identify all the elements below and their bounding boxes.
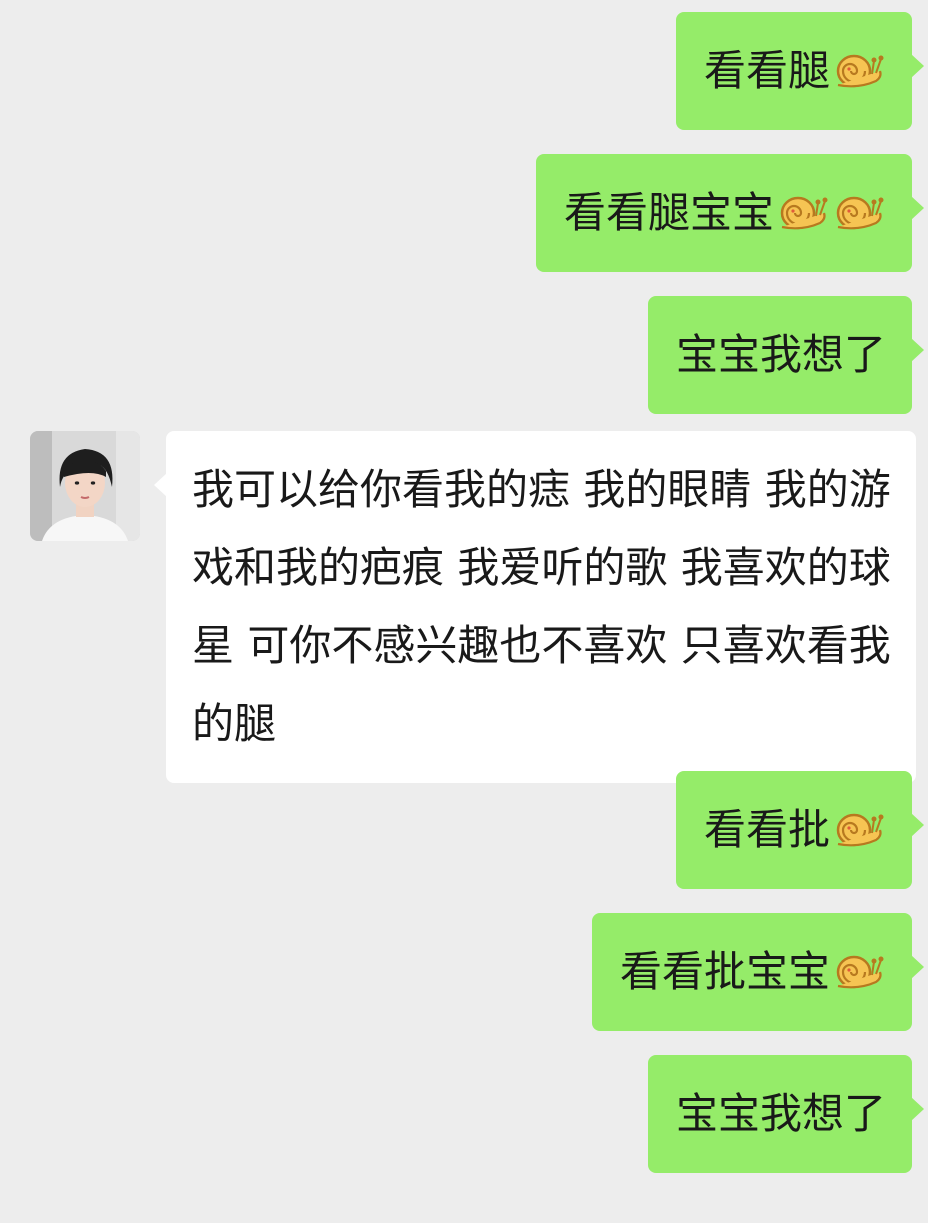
message-text: 看看批 (703, 805, 830, 854)
snail-emoji-icon (836, 813, 884, 847)
message-text: 宝宝我想了 (675, 1089, 886, 1138)
message-bubble-outgoing[interactable]: 看看批宝宝 (591, 913, 925, 1031)
message-bubble-incoming[interactable]: 我可以给你看我的痣 我的眼睛 我的游戏和我的疤痕 我爱听的歌 我喜欢的球星 可你… (154, 431, 916, 783)
message-bubble-outgoing[interactable]: 宝宝我想了 (647, 1055, 925, 1173)
message-row-incoming: 我可以给你看我的痣 我的眼睛 我的游戏和我的疤痕 我爱听的歌 我喜欢的球星 可你… (30, 431, 916, 783)
message-row-outgoing: 宝宝我想了 (647, 296, 925, 414)
message-bubble-outgoing[interactable]: 看看腿宝宝 (535, 154, 925, 272)
message-text: 我可以给你看我的痣 我的眼睛 我的游戏和我的疤痕 我爱听的歌 我喜欢的球星 可你… (192, 465, 891, 748)
message-row-outgoing: 看看腿 (675, 12, 925, 130)
message-text: 宝宝我想了 (675, 330, 886, 379)
message-bubble-outgoing[interactable]: 看看腿 (675, 12, 925, 130)
message-bubble-outgoing[interactable]: 看看批 (675, 771, 925, 889)
message-row-outgoing: 看看腿宝宝 (535, 154, 925, 272)
snail-emoji-icon (836, 54, 884, 88)
message-bubble-outgoing[interactable]: 宝宝我想了 (647, 296, 925, 414)
snail-emoji-icon (780, 196, 828, 230)
chat-message-list[interactable]: 看看腿 看看腿宝宝 宝宝我想了 我可以给你看我的痣 我的眼睛 我的游戏和我的疤痕… (0, 0, 928, 1223)
snail-emoji-icon (836, 196, 884, 230)
snail-emoji-icon (836, 955, 884, 989)
message-row-outgoing: 宝宝我想了 (647, 1055, 925, 1173)
avatar[interactable] (30, 431, 140, 541)
message-text: 看看腿 (703, 46, 830, 95)
message-text: 看看腿宝宝 (563, 188, 774, 237)
person-avatar-icon (30, 431, 140, 541)
message-text: 看看批宝宝 (619, 947, 830, 996)
message-row-outgoing: 看看批宝宝 (591, 913, 925, 1031)
message-row-outgoing: 看看批 (675, 771, 925, 889)
